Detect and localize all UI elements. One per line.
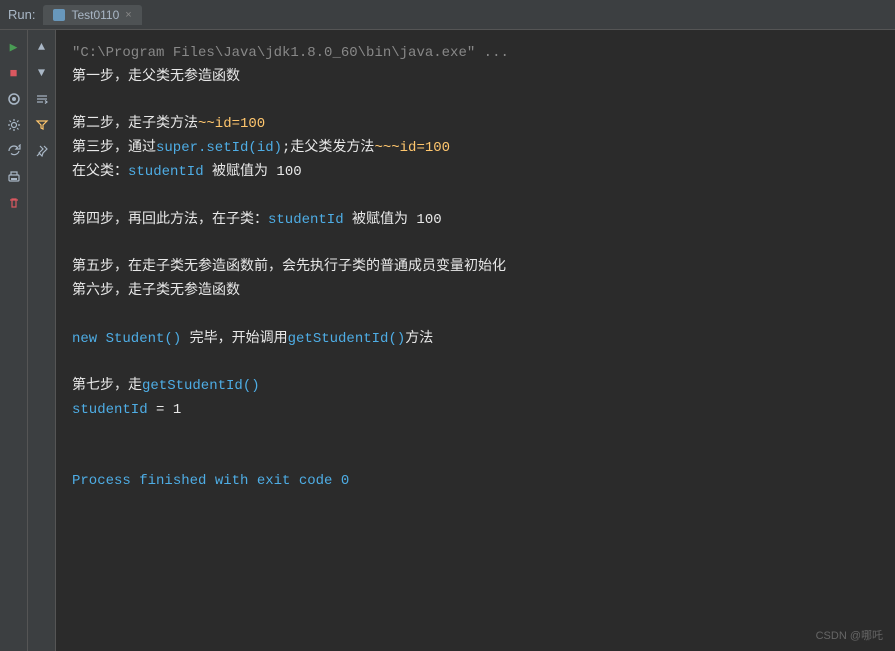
output-line: 第四步，再回此方法，在子类：studentId 被赋值为 100 (72, 209, 879, 233)
output-empty-line (72, 185, 879, 209)
pin-button[interactable] (31, 140, 53, 162)
delete-button[interactable] (3, 192, 25, 214)
rerun-button[interactable] (3, 140, 25, 162)
top-bar: Run: Test0110 × (0, 0, 895, 30)
filter-button[interactable] (31, 114, 53, 136)
output-line: 第二步，走子类方法~~id=100 (72, 113, 879, 137)
snapshot-button[interactable] (3, 88, 25, 110)
scroll-down-button[interactable]: ▼ (31, 62, 53, 84)
output-panel: "C:\Program Files\Java\jdk1.8.0_60\bin\j… (56, 30, 895, 651)
left-toolbar: ▶ ■ (0, 30, 28, 651)
output-line: 第七步，走getStudentId() (72, 375, 879, 399)
output-empty-line (72, 90, 879, 114)
output-line: Process finished with exit code 0 (72, 470, 879, 494)
output-empty-line (72, 304, 879, 328)
run-tab[interactable]: Test0110 × (43, 5, 141, 25)
play-button[interactable]: ▶ (3, 36, 25, 58)
gear-button[interactable] (3, 114, 25, 136)
print-button[interactable] (3, 166, 25, 188)
output-empty-line (72, 232, 879, 256)
output-line: 第三步，通过super.setId(id);走父类发方法~~~id=100 (72, 137, 879, 161)
output-line: new Student() 完毕，开始调用getStudentId()方法 (72, 328, 879, 352)
output-empty-line (72, 351, 879, 375)
output-line: "C:\Program Files\Java\jdk1.8.0_60\bin\j… (72, 42, 879, 66)
tab-close-button[interactable]: × (125, 9, 131, 21)
run-label: Run: (8, 7, 35, 22)
scroll-up-button[interactable]: ▲ (31, 36, 53, 58)
output-empty-line (72, 447, 879, 471)
output-empty-line (72, 423, 879, 447)
output-line: 第六步，走子类无参造函数 (72, 280, 879, 304)
output-line: 在父类：studentId 被赋值为 100 (72, 161, 879, 185)
output-line: 第一步，走父类无参造函数 (72, 66, 879, 90)
output-line: 第五步，在走子类无参造函数前，会先执行子类的普通成员变量初始化 (72, 256, 879, 280)
wrap-button[interactable] (31, 88, 53, 110)
side-toolbar: ▲ ▼ (28, 30, 56, 651)
main-area: ▶ ■ (0, 30, 895, 651)
stop-button[interactable]: ■ (3, 62, 25, 84)
output-line: studentId = 1 (72, 399, 879, 423)
tab-name: Test0110 (71, 8, 119, 22)
watermark: CSDN @哪吒 (816, 627, 883, 643)
tab-icon (53, 9, 65, 21)
